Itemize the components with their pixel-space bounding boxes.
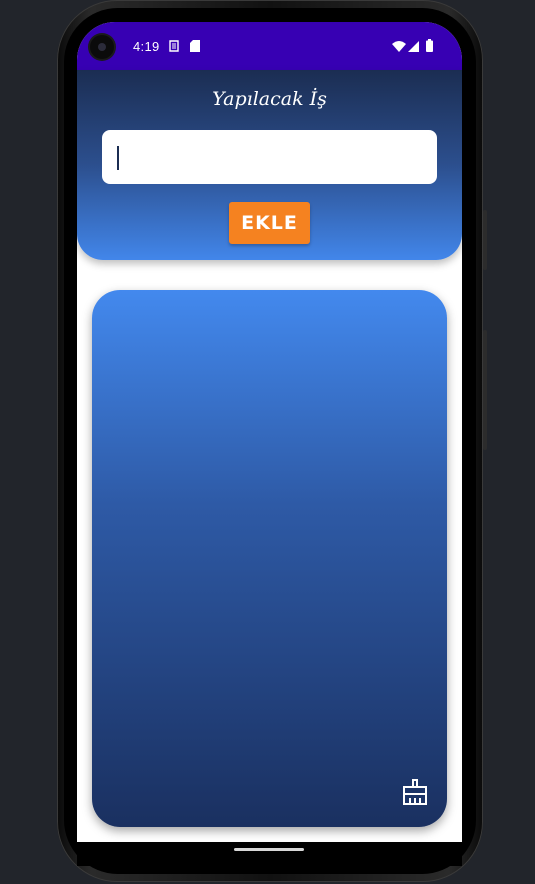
text-cursor	[117, 146, 119, 170]
navigation-bar	[77, 842, 462, 866]
cellular-icon	[408, 41, 419, 52]
header-panel: Yapılacak İş EKLE	[77, 70, 462, 260]
wifi-icon	[392, 41, 406, 52]
battery-icon	[426, 39, 433, 52]
page-title: Yapılacak İş	[212, 88, 327, 110]
add-button[interactable]: EKLE	[229, 202, 310, 244]
status-bar: 4:19	[77, 22, 462, 70]
home-indicator[interactable]	[234, 848, 304, 851]
task-list-card	[92, 290, 447, 827]
task-input[interactable]	[102, 130, 437, 184]
app-screen: 4:19 Yapılacak İş EKLE	[77, 22, 462, 842]
device-frame: 4:19 Yapılacak İş EKLE	[0, 0, 535, 884]
volume-button	[483, 210, 487, 270]
sim-icon	[169, 40, 179, 52]
power-button	[483, 330, 487, 450]
broom-icon[interactable]	[401, 778, 429, 806]
sd-card-icon	[190, 40, 200, 52]
camera-cutout	[90, 35, 114, 59]
status-time: 4:19	[133, 39, 160, 54]
